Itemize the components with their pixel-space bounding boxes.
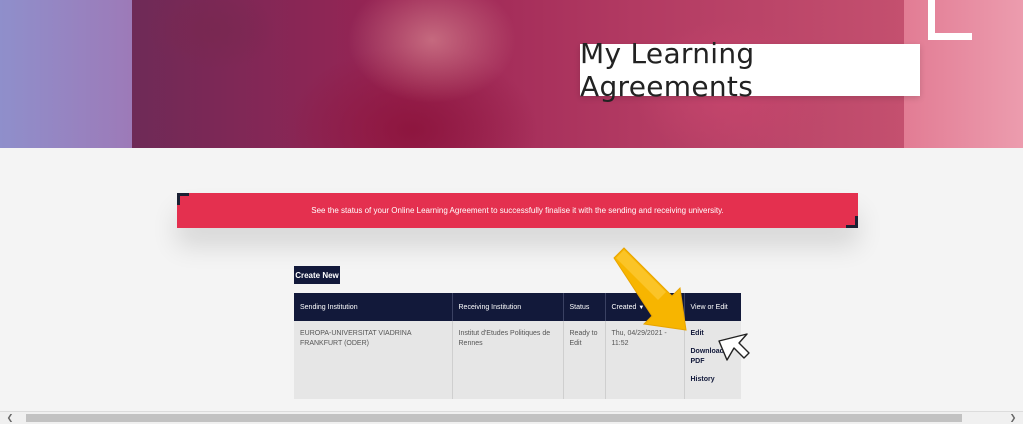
arrow-annotation-icon [613,247,687,331]
scrollbar-thumb[interactable] [26,414,962,422]
header-status: Status [563,293,606,321]
scroll-right-icon[interactable]: ❯ [1007,412,1019,424]
page-title: My Learning Agreements [580,37,755,103]
hero-corner-decoration [928,0,972,40]
hero-title-box: My Learning Agreements [580,37,920,103]
header-receiving-institution: Receiving Institution [452,293,564,321]
header-sending-institution: Sending Institution [294,293,453,321]
banner-corner-top-left [177,193,189,205]
cell-sending-institution: EUROPA-UNIVERSITAT VIADRINA FRANKFURT (O… [294,321,453,399]
cell-receiving-institution: Institut d'Etudes Politiques de Rennes [452,321,564,399]
banner-corner-bottom-right [846,216,858,228]
hero-banner: My Learning Agreements [0,0,1023,148]
horizontal-scrollbar[interactable]: ❮ ❯ [0,411,1023,424]
history-link[interactable]: History [691,375,736,385]
create-new-button[interactable]: Create New [294,266,340,284]
mouse-cursor-icon [718,333,750,361]
hero-left-panel [0,0,132,148]
info-banner-text: See the status of your Online Learning A… [311,206,724,215]
info-banner: See the status of your Online Learning A… [177,193,858,228]
scroll-left-icon[interactable]: ❮ [4,412,16,424]
cell-status: Ready to Edit [563,321,606,399]
